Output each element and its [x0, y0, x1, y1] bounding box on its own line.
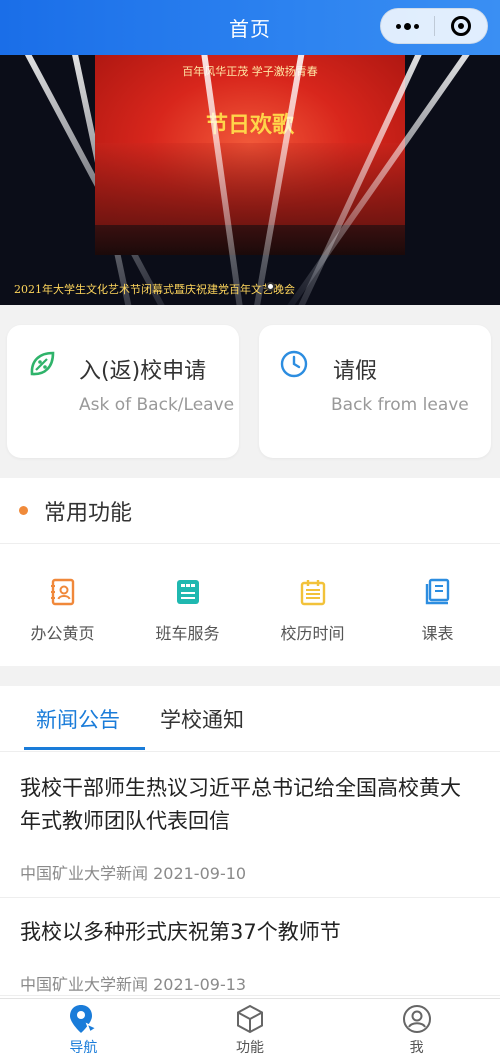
user-icon: [402, 1005, 431, 1033]
function-office-directory[interactable]: 办公黄页: [0, 544, 125, 665]
banner-slogan: 百年风华正茂 学子激扬青春: [182, 65, 318, 78]
banner-image: 百年风华正茂 学子激扬青春 节日欢歌: [95, 55, 405, 255]
tab-news-announcements[interactable]: 新闻公告: [36, 686, 120, 752]
news-source-date: 中国矿业大学新闻 2021-09-13: [20, 975, 247, 994]
cube-icon: [237, 1004, 263, 1034]
banner-carousel[interactable]: 百年风华正茂 学子激扬青春 节日欢歌 2021年大学生文化艺术节闭幕式暨庆祝建党…: [0, 55, 500, 305]
navigation-bar: 首页: [0, 0, 500, 55]
news-list-item[interactable]: 我校干部师生热议习近平总书记给全国高校黄大年式教师团队代表回信 中国矿业大学新闻…: [0, 752, 500, 898]
leave-request-card[interactable]: 请假 Back from leave: [259, 325, 491, 458]
function-label: 办公黄页: [30, 624, 95, 643]
news-source-date: 中国矿业大学新闻 2021-09-10: [20, 864, 247, 883]
bus-icon: [176, 580, 199, 604]
close-mini-program-button[interactable]: [435, 9, 488, 43]
tabbar-item-functions[interactable]: 功能: [167, 999, 334, 1059]
news-title: 我校以多种形式庆祝第37个教师节: [20, 920, 341, 944]
card-title: 请假: [333, 359, 378, 384]
function-label: 课表: [421, 624, 454, 643]
tabbar-label: 我: [409, 1040, 424, 1056]
news-list-item[interactable]: 我校以多种形式庆祝第37个教师节 中国矿业大学新闻 2021-09-13: [0, 898, 500, 996]
bottom-tab-bar: 导航 功能 我: [0, 998, 500, 1059]
section-header: 常用功能: [0, 478, 500, 544]
clock-icon: [280, 350, 308, 378]
function-shuttle-bus[interactable]: 班车服务: [125, 544, 250, 665]
banner-headline: 节日欢歌: [205, 112, 294, 138]
card-subtitle: Back from leave: [331, 395, 469, 415]
mini-program-capsule: [380, 8, 488, 44]
news-title: 我校干部师生热议习近平总书记给全国高校黄大年式教师团队代表回信: [20, 776, 461, 833]
function-class-schedule[interactable]: 课表: [375, 544, 500, 665]
contacts-book-icon: [50, 578, 74, 606]
more-menu-button[interactable]: [381, 9, 434, 43]
book-icon: [425, 578, 449, 605]
carousel-indicator[interactable]: [266, 282, 275, 291]
function-label: 班车服务: [155, 624, 220, 643]
card-title: 入(返)校申请: [79, 359, 207, 384]
tabbar-label: 导航: [69, 1040, 98, 1056]
leaf-icon: [30, 351, 55, 376]
card-subtitle: Ask of Back/Leave: [79, 395, 235, 415]
target-icon: [450, 16, 471, 36]
banner-caption: 2021年大学生文化艺术节闭幕式暨庆祝建党百年文艺晚会: [14, 283, 295, 296]
navigation-pin-icon: [70, 1005, 98, 1034]
bullet-dot: [19, 506, 28, 515]
section-title: 常用功能: [44, 500, 133, 526]
page-title: 首页: [229, 17, 271, 41]
function-label: 校历时间: [280, 624, 345, 643]
news-tabs: 新闻公告 学校通知: [0, 686, 500, 752]
calendar-icon: [300, 580, 325, 606]
tabbar-item-navigation[interactable]: 导航: [0, 999, 167, 1059]
tab-school-notices[interactable]: 学校通知: [160, 686, 244, 752]
function-school-calendar[interactable]: 校历时间: [250, 544, 375, 665]
active-tab-indicator: [24, 747, 145, 750]
news-section: 新闻公告 学校通知 我校干部师生热议习近平总书记给全国高校黄大年式教师团队代表回…: [0, 686, 500, 998]
tabbar-item-me[interactable]: 我: [333, 999, 500, 1059]
back-to-school-card[interactable]: 入(返)校申请 Ask of Back/Leave: [7, 325, 239, 458]
common-functions-section: 常用功能 办公黄页 班车服务 校历时间 课表: [0, 478, 500, 666]
tabbar-label: 功能: [236, 1040, 264, 1056]
more-dots-icon: [395, 22, 419, 30]
